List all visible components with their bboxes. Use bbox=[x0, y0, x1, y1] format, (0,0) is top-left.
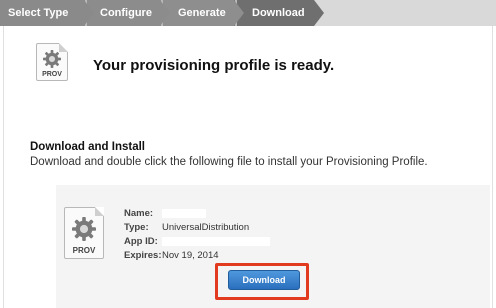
detail-name-label: Name: bbox=[124, 208, 154, 219]
gear-icon bbox=[72, 217, 96, 241]
step-download: Download bbox=[234, 0, 314, 26]
gear-icon bbox=[43, 50, 61, 68]
page-fold bbox=[95, 207, 104, 216]
detail-name-value bbox=[162, 208, 206, 218]
step-configure[interactable]: Configure bbox=[84, 0, 160, 26]
detail-type-label: Type: bbox=[124, 222, 149, 233]
detail-expires-value: Nov 19, 2014 bbox=[162, 250, 219, 261]
step-chevron bbox=[160, 0, 170, 26]
content-border-right bbox=[492, 26, 493, 308]
detail-appid-label: App ID: bbox=[124, 236, 158, 247]
detail-expires-label: Expires: bbox=[124, 250, 162, 261]
step-select-type[interactable]: Select Type bbox=[0, 0, 84, 26]
content-border-left bbox=[3, 26, 4, 308]
detail-appid-value bbox=[162, 236, 270, 246]
page-title: Your provisioning profile is ready. bbox=[93, 57, 335, 74]
download-button[interactable]: Download bbox=[228, 270, 300, 290]
section-title: Download and Install bbox=[30, 141, 146, 153]
detail-expires-row: Expires:Nov 19, 2014 bbox=[124, 250, 219, 261]
section-description: Download and double click the following … bbox=[30, 156, 428, 168]
step-breadcrumb: Select Type Configure Generate Download bbox=[0, 0, 496, 26]
detail-name-row: Name: bbox=[124, 208, 206, 219]
step-chevron bbox=[234, 0, 244, 26]
file-type-label: PROV bbox=[42, 71, 62, 78]
step-generate[interactable]: Generate bbox=[160, 0, 234, 26]
file-type-label: PROV bbox=[72, 246, 96, 255]
detail-type-row: Type: UniversalDistribution bbox=[124, 222, 249, 233]
step-chevron bbox=[314, 0, 324, 26]
detail-appid-row: App ID: bbox=[124, 236, 270, 247]
detail-type-value: UniversalDistribution bbox=[162, 222, 250, 233]
provisioning-file-icon: PROV bbox=[36, 43, 68, 81]
profile-file-icon: PROV bbox=[64, 207, 104, 259]
step-chevron bbox=[84, 0, 94, 26]
